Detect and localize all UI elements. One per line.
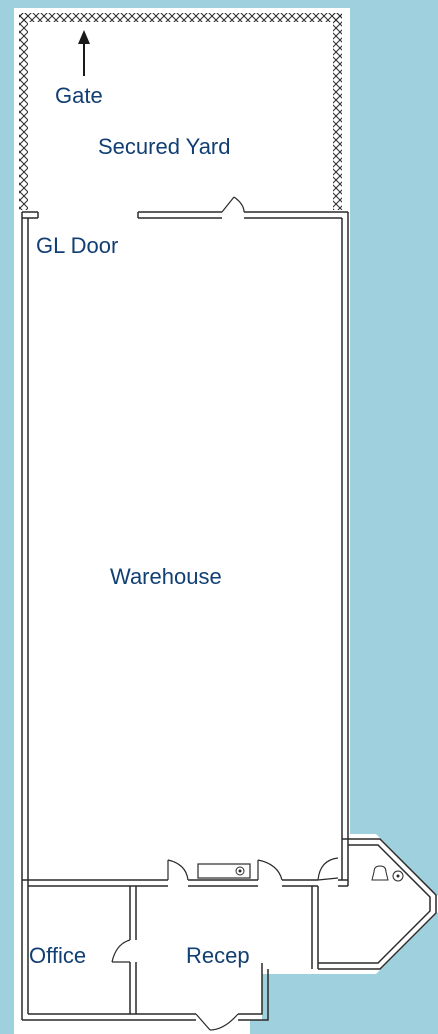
floor-plan-drawing: Gate Secured Yard GL Door Warehouse Offi… xyxy=(14,8,438,1034)
floor-plan: Gate Secured Yard GL Door Warehouse Offi… xyxy=(0,0,438,1034)
office-label: Office xyxy=(29,943,86,968)
sink-icon xyxy=(197,863,251,879)
warehouse-label: Warehouse xyxy=(110,564,222,589)
secured-yard: Gate Secured Yard xyxy=(19,13,342,210)
secured-yard-label: Secured Yard xyxy=(98,134,231,159)
gate-label: Gate xyxy=(55,83,103,108)
building: GL Door Warehouse Office Recep xyxy=(21,196,437,1031)
recep-label: Recep xyxy=(186,943,250,968)
gl-door-label: GL Door xyxy=(36,233,118,258)
toilet-icon xyxy=(371,865,389,881)
